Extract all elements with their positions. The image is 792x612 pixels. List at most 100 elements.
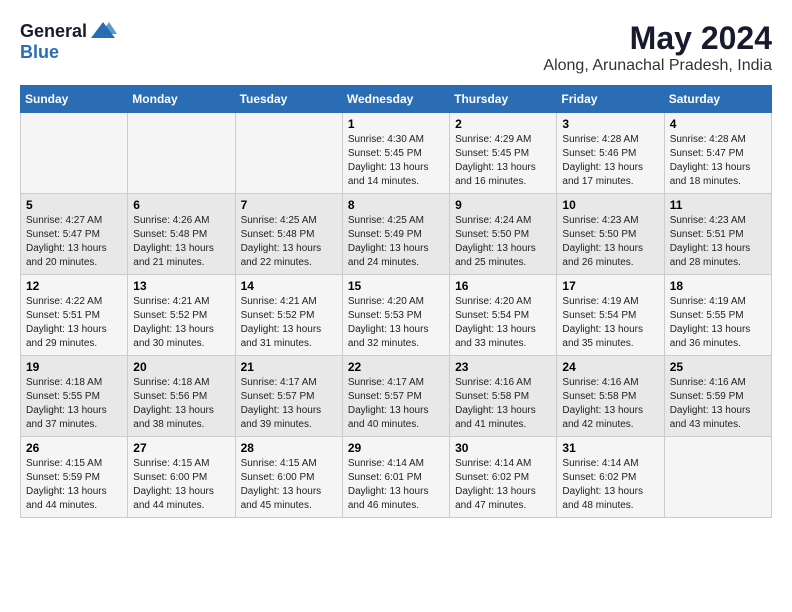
calendar-cell: 6Sunrise: 4:26 AMSunset: 5:48 PMDaylight…	[128, 194, 235, 275]
day-number: 31	[562, 441, 658, 455]
day-info: Sunrise: 4:18 AMSunset: 5:56 PMDaylight:…	[133, 376, 229, 432]
calendar-cell: 27 Sunrise: 4:15 AMSunset: 6:00 PMDayligh…	[128, 437, 235, 518]
calendar-week-row: 19 Sunrise: 4:18 AMSunset: 5:55 PMDayligh…	[21, 356, 772, 437]
day-number: 16	[455, 279, 551, 293]
calendar-cell: 7 Sunrise: 4:25 AMSunset: 5:48 PMDaylight…	[235, 194, 342, 275]
day-info: Sunrise: 4:21 AMSunset: 5:52 PMDaylight:…	[241, 295, 337, 351]
calendar-cell: 5 Sunrise: 4:27 AMSunset: 5:47 PMDaylight…	[21, 194, 128, 275]
calendar-week-row: 1Sunrise: 4:30 AMSunset: 5:45 PMDaylight…	[21, 113, 772, 194]
day-number: 14	[241, 279, 337, 293]
calendar-day-header: Tuesday	[235, 86, 342, 113]
day-info: Sunrise: 4:14 AMSunset: 6:02 PMDaylight:…	[455, 457, 551, 513]
calendar-cell: 28 Sunrise: 4:15 AMSunset: 6:00 PMDayligh…	[235, 437, 342, 518]
calendar-cell: 29 Sunrise: 4:14 AMSunset: 6:01 PMDayligh…	[342, 437, 449, 518]
calendar-cell: 31 Sunrise: 4:14 AMSunset: 6:02 PMDayligh…	[557, 437, 664, 518]
calendar-week-row: 12 Sunrise: 4:22 AMSunset: 5:51 PMDayligh…	[21, 275, 772, 356]
calendar-cell: 1Sunrise: 4:30 AMSunset: 5:45 PMDaylight…	[342, 113, 449, 194]
calendar-cell: 25 Sunrise: 4:16 AMSunset: 5:59 PMDayligh…	[664, 356, 771, 437]
day-info: Sunrise: 4:25 AMSunset: 5:48 PMDaylight:…	[241, 214, 337, 270]
calendar-cell: 10 Sunrise: 4:23 AMSunset: 5:50 PMDayligh…	[557, 194, 664, 275]
day-info: Sunrise: 4:21 AMSunset: 5:52 PMDaylight:…	[133, 295, 229, 351]
calendar-cell: 3Sunrise: 4:28 AMSunset: 5:46 PMDaylight…	[557, 113, 664, 194]
day-number: 26	[26, 441, 122, 455]
calendar-cell: 21Sunrise: 4:17 AMSunset: 5:57 PMDayligh…	[235, 356, 342, 437]
logo: General Blue	[20, 20, 117, 63]
day-number: 23	[455, 360, 551, 374]
day-number: 28	[241, 441, 337, 455]
calendar-day-header: Thursday	[450, 86, 557, 113]
day-number: 5	[26, 198, 122, 212]
day-info: Sunrise: 4:25 AMSunset: 5:49 PMDaylight:…	[348, 214, 444, 270]
logo-general-text: General	[20, 21, 87, 42]
day-number: 10	[562, 198, 658, 212]
calendar-day-header: Saturday	[664, 86, 771, 113]
calendar-cell: 9 Sunrise: 4:24 AMSunset: 5:50 PMDaylight…	[450, 194, 557, 275]
day-number: 3	[562, 117, 658, 131]
calendar-cell: 11 Sunrise: 4:23 AMSunset: 5:51 PMDayligh…	[664, 194, 771, 275]
day-info: Sunrise: 4:29 AMSunset: 5:45 PMDaylight:…	[455, 133, 551, 189]
calendar-cell	[21, 113, 128, 194]
day-number: 20	[133, 360, 229, 374]
day-number: 11	[670, 198, 766, 212]
calendar-cell: 12 Sunrise: 4:22 AMSunset: 5:51 PMDayligh…	[21, 275, 128, 356]
calendar-cell: 15 Sunrise: 4:20 AMSunset: 5:53 PMDayligh…	[342, 275, 449, 356]
day-number: 7	[241, 198, 337, 212]
day-number: 24	[562, 360, 658, 374]
day-info: Sunrise: 4:16 AMSunset: 5:58 PMDaylight:…	[562, 376, 658, 432]
day-info: Sunrise: 4:17 AMSunset: 5:57 PMDaylight:…	[241, 376, 337, 432]
day-info: Sunrise: 4:14 AMSunset: 6:01 PMDaylight:…	[348, 457, 444, 513]
day-number: 29	[348, 441, 444, 455]
day-info: Sunrise: 4:16 AMSunset: 5:58 PMDaylight:…	[455, 376, 551, 432]
calendar-cell: 13 Sunrise: 4:21 AMSunset: 5:52 PMDayligh…	[128, 275, 235, 356]
day-info: Sunrise: 4:20 AMSunset: 5:54 PMDaylight:…	[455, 295, 551, 351]
day-info: Sunrise: 4:19 AMSunset: 5:54 PMDaylight:…	[562, 295, 658, 351]
day-info: Sunrise: 4:15 AMSunset: 6:00 PMDaylight:…	[133, 457, 229, 513]
day-info: Sunrise: 4:18 AMSunset: 5:55 PMDaylight:…	[26, 376, 122, 432]
calendar-cell: 19 Sunrise: 4:18 AMSunset: 5:55 PMDayligh…	[21, 356, 128, 437]
calendar-cell	[128, 113, 235, 194]
day-info: Sunrise: 4:27 AMSunset: 5:47 PMDaylight:…	[26, 214, 122, 270]
calendar-header-row: SundayMondayTuesdayWednesdayThursdayFrid…	[21, 86, 772, 113]
day-info: Sunrise: 4:15 AMSunset: 6:00 PMDaylight:…	[241, 457, 337, 513]
day-info: Sunrise: 4:22 AMSunset: 5:51 PMDaylight:…	[26, 295, 122, 351]
day-info: Sunrise: 4:20 AMSunset: 5:53 PMDaylight:…	[348, 295, 444, 351]
day-info: Sunrise: 4:24 AMSunset: 5:50 PMDaylight:…	[455, 214, 551, 270]
calendar-cell	[664, 437, 771, 518]
day-number: 12	[26, 279, 122, 293]
calendar-cell: 17 Sunrise: 4:19 AMSunset: 5:54 PMDayligh…	[557, 275, 664, 356]
calendar-day-header: Monday	[128, 86, 235, 113]
month-title: May 2024	[543, 20, 772, 57]
calendar-cell: 2Sunrise: 4:29 AMSunset: 5:45 PMDaylight…	[450, 113, 557, 194]
day-info: Sunrise: 4:17 AMSunset: 5:57 PMDaylight:…	[348, 376, 444, 432]
day-info: Sunrise: 4:19 AMSunset: 5:55 PMDaylight:…	[670, 295, 766, 351]
calendar-cell: 24 Sunrise: 4:16 AMSunset: 5:58 PMDayligh…	[557, 356, 664, 437]
calendar-cell: 8 Sunrise: 4:25 AMSunset: 5:49 PMDaylight…	[342, 194, 449, 275]
day-number: 4	[670, 117, 766, 131]
calendar-cell	[235, 113, 342, 194]
day-info: Sunrise: 4:30 AMSunset: 5:45 PMDaylight:…	[348, 133, 444, 189]
day-number: 27	[133, 441, 229, 455]
day-number: 13	[133, 279, 229, 293]
calendar-cell: 30 Sunrise: 4:14 AMSunset: 6:02 PMDayligh…	[450, 437, 557, 518]
day-number: 15	[348, 279, 444, 293]
calendar-cell: 20 Sunrise: 4:18 AMSunset: 5:56 PMDayligh…	[128, 356, 235, 437]
day-number: 9	[455, 198, 551, 212]
calendar-cell: 18Sunrise: 4:19 AMSunset: 5:55 PMDayligh…	[664, 275, 771, 356]
day-number: 22	[348, 360, 444, 374]
title-section: May 2024 Along, Arunachal Pradesh, India	[543, 20, 772, 75]
calendar-day-header: Sunday	[21, 86, 128, 113]
day-number: 25	[670, 360, 766, 374]
calendar-day-header: Friday	[557, 86, 664, 113]
calendar-cell: 14 Sunrise: 4:21 AMSunset: 5:52 PMDayligh…	[235, 275, 342, 356]
day-info: Sunrise: 4:23 AMSunset: 5:50 PMDaylight:…	[562, 214, 658, 270]
day-number: 30	[455, 441, 551, 455]
day-number: 19	[26, 360, 122, 374]
calendar-day-header: Wednesday	[342, 86, 449, 113]
calendar-cell: 22 Sunrise: 4:17 AMSunset: 5:57 PMDayligh…	[342, 356, 449, 437]
day-info: Sunrise: 4:16 AMSunset: 5:59 PMDaylight:…	[670, 376, 766, 432]
day-info: Sunrise: 4:14 AMSunset: 6:02 PMDaylight:…	[562, 457, 658, 513]
day-number: 8	[348, 198, 444, 212]
day-number: 17	[562, 279, 658, 293]
calendar-cell: 4Sunrise: 4:28 AMSunset: 5:47 PMDaylight…	[664, 113, 771, 194]
day-info: Sunrise: 4:23 AMSunset: 5:51 PMDaylight:…	[670, 214, 766, 270]
